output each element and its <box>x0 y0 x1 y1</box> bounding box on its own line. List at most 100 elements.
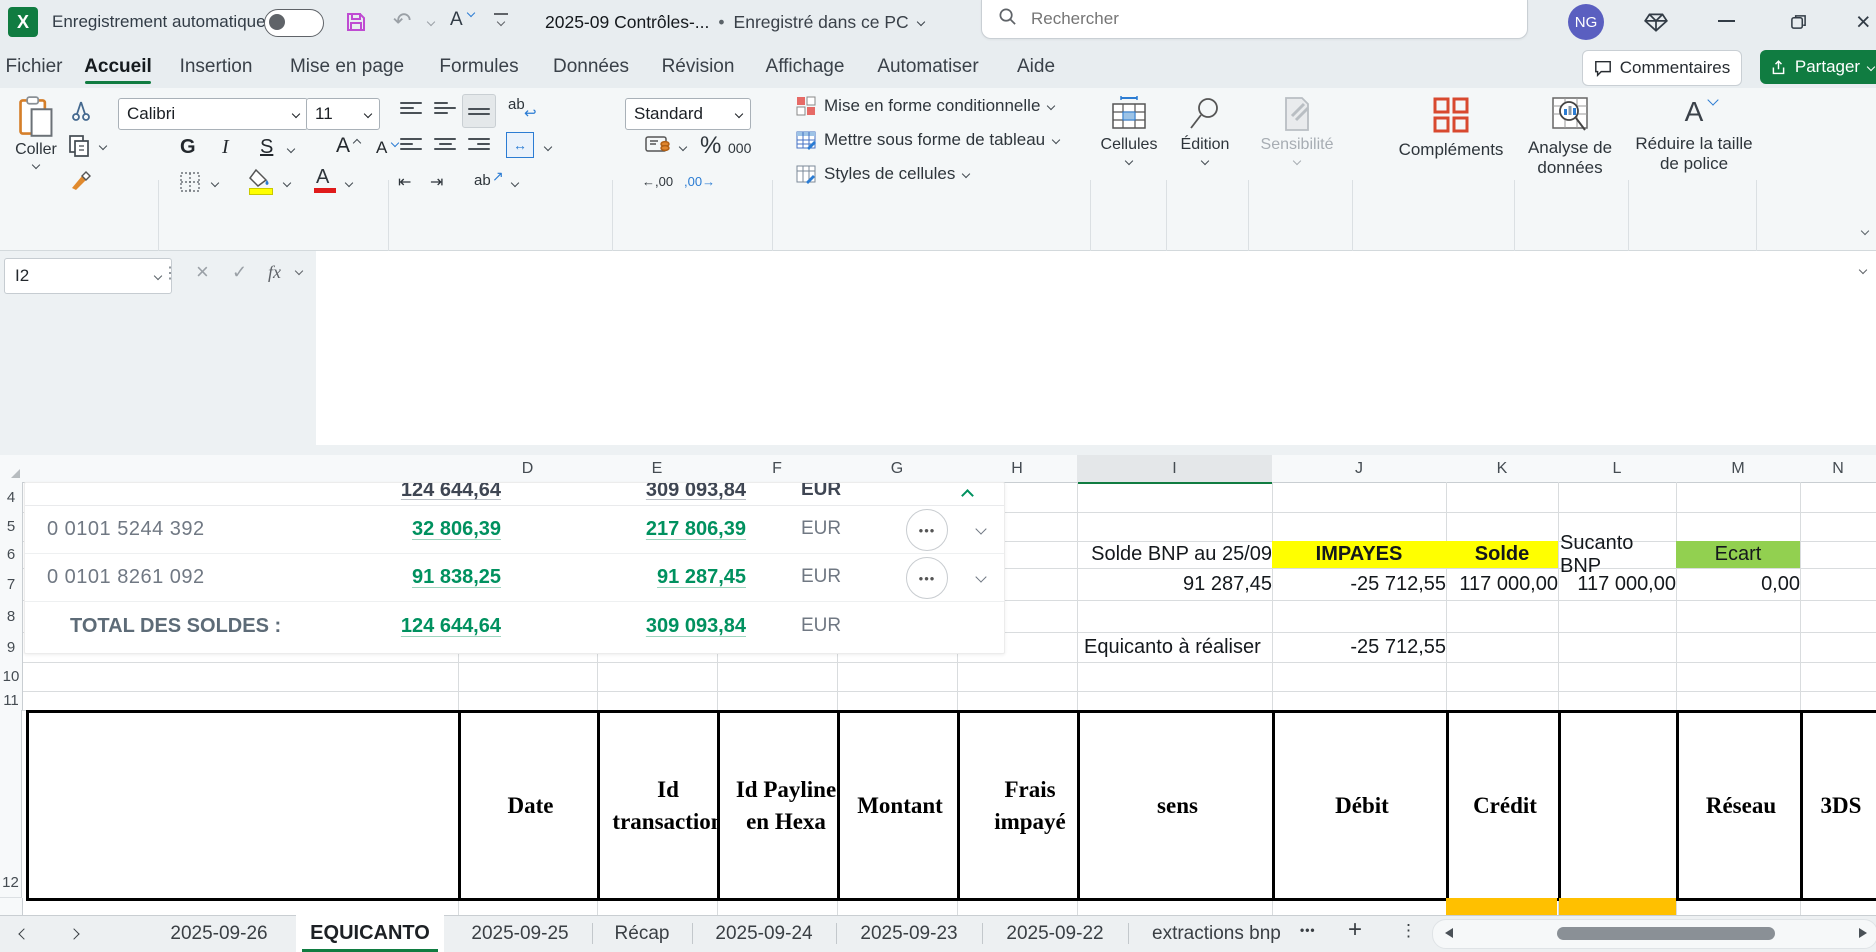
fill-color-button[interactable] <box>248 168 272 193</box>
bank-summary-value-1[interactable]: 124 644,64 <box>401 483 501 502</box>
scroll-right-icon[interactable] <box>1859 928 1867 938</box>
tab-accueil[interactable]: Accueil <box>83 48 153 86</box>
row-header-11[interactable]: 11 <box>0 691 23 711</box>
shrink-font-size-button[interactable]: A Réduire la taille de police <box>1634 96 1754 175</box>
account-expand-icon[interactable] <box>975 523 986 534</box>
account-expand-icon[interactable] <box>975 571 986 582</box>
table-header-credit[interactable]: Crédit <box>1446 710 1561 901</box>
table-header-blank-2[interactable] <box>1558 710 1679 901</box>
table-header-reseau[interactable]: Réseau <box>1676 710 1803 901</box>
tab-aide[interactable]: Aide <box>1010 48 1062 86</box>
copy-icon[interactable] <box>68 134 90 163</box>
comma-style-button[interactable]: 000 <box>728 140 751 156</box>
account-value-2[interactable]: 217 806,39 <box>646 518 746 541</box>
sheet-tab-2025-09-25[interactable]: 2025-09-25 <box>452 915 588 952</box>
column-header-d[interactable]: D <box>458 455 598 483</box>
sheet-tab-2025-09-26[interactable]: 2025-09-26 <box>150 915 288 952</box>
row-header-7[interactable]: 7 <box>0 568 23 601</box>
sheet-menu-icon[interactable]: ⋮ <box>1400 921 1417 941</box>
addins-button[interactable]: Compléments <box>1396 96 1506 160</box>
column-header-j[interactable]: J <box>1272 455 1447 483</box>
edit-button[interactable]: Édition <box>1174 96 1236 164</box>
row-header-5[interactable]: 5 <box>0 512 23 542</box>
collapse-accounts-icon[interactable] <box>961 489 974 502</box>
namebox-splitter-icon[interactable]: ⋮ <box>162 263 178 283</box>
next-sheet-icon[interactable] <box>68 928 79 939</box>
orientation-button[interactable]: ab <box>474 172 491 189</box>
select-all-corner[interactable] <box>0 455 23 483</box>
cell-solde-bnp-label[interactable]: Solde BNP au 25/09 <box>1077 541 1279 568</box>
search-input[interactable] <box>1029 8 1453 30</box>
qat-overflow-icon[interactable] <box>494 13 508 15</box>
cell-sucanto-label[interactable]: Sucanto BNP <box>1558 541 1678 568</box>
sheet-tab-2025-09-22[interactable]: 2025-09-22 <box>986 915 1124 952</box>
horizontal-scrollbar[interactable] <box>1432 919 1876 949</box>
merge-dropdown-icon[interactable] <box>544 143 552 151</box>
autosave-toggle[interactable] <box>264 9 324 37</box>
column-header-i-selected[interactable]: I <box>1077 455 1273 484</box>
comments-button[interactable]: Commentaires <box>1582 50 1742 86</box>
tab-automatiser[interactable]: Automatiser <box>872 48 984 86</box>
cell-solde-label[interactable]: Solde <box>1446 541 1558 568</box>
prev-sheet-icon[interactable] <box>18 928 29 939</box>
worksheet[interactable]: D E F G H I J K L M N Solde BNP au 25/09… <box>0 455 1876 915</box>
cell-ecart-label[interactable]: Ecart <box>1676 541 1800 568</box>
cell-equicanto-value[interactable]: -25 712,55 <box>1272 632 1453 662</box>
table-header-montant[interactable]: Montant <box>837 710 960 901</box>
tab-donnees[interactable]: Données <box>550 48 632 86</box>
row-header-10[interactable]: 10 <box>0 662 23 692</box>
fx-chevron-icon[interactable] <box>295 267 303 275</box>
collapse-ribbon-icon[interactable] <box>1861 227 1869 235</box>
minimize-button[interactable] <box>1718 20 1735 22</box>
font-color-button[interactable]: A <box>316 166 329 189</box>
column-header-m[interactable]: M <box>1676 455 1801 483</box>
column-header-n[interactable]: N <box>1800 455 1876 483</box>
search-bar[interactable] <box>981 0 1528 39</box>
fill-color-dropdown-icon[interactable] <box>283 179 291 187</box>
paste-dropdown-icon[interactable] <box>32 161 40 169</box>
scrollbar-thumb[interactable] <box>1557 927 1775 940</box>
table-header-date[interactable]: Date <box>458 710 600 901</box>
cell-styles-button[interactable]: Styles de cellules <box>796 164 969 184</box>
borders-button[interactable] <box>178 170 202 199</box>
percent-style-button[interactable]: % <box>700 132 721 160</box>
cell-ecart-value[interactable]: 0,00 <box>1676 568 1807 600</box>
bold-button[interactable]: G <box>180 136 196 159</box>
align-right-button[interactable] <box>468 138 490 150</box>
formula-enter-icon[interactable]: ✓ <box>232 262 247 283</box>
shrink-font-button[interactable]: A <box>376 138 387 158</box>
formula-cancel-icon[interactable]: × <box>196 259 209 285</box>
cell-l13-orange[interactable] <box>1559 898 1676 915</box>
account-more-button[interactable]: ••• <box>906 557 948 599</box>
share-button[interactable]: Partager <box>1760 50 1876 84</box>
bank-account-row[interactable]: 0 0101 5244 392 32 806,39 217 806,39 EUR… <box>25 505 1004 554</box>
table-header-3ds[interactable]: 3DS <box>1800 710 1876 901</box>
sheet-tab-2025-09-23[interactable]: 2025-09-23 <box>840 915 978 952</box>
cell-impayes-label[interactable]: IMPAYES <box>1272 541 1446 568</box>
name-box[interactable]: I2 <box>4 258 172 294</box>
font-name-select[interactable]: Calibri <box>118 98 308 130</box>
align-left-button[interactable] <box>400 138 422 150</box>
cut-icon[interactable] <box>70 100 92 127</box>
table-header-debit[interactable]: Débit <box>1272 710 1449 901</box>
row-header-4[interactable]: 4 <box>0 482 23 513</box>
cell-sucanto-value[interactable]: 117 000,00 <box>1558 568 1683 600</box>
excel-logo-icon[interactable]: X <box>8 7 38 37</box>
tab-formules[interactable]: Formules <box>436 48 522 86</box>
cells-button[interactable]: Cellules <box>1098 96 1160 164</box>
tab-mise-en-page[interactable]: Mise en page <box>286 48 408 86</box>
table-header-blank[interactable] <box>26 710 461 901</box>
align-top-button[interactable] <box>400 102 422 114</box>
cell-impayes-value[interactable]: -25 712,55 <box>1272 568 1453 600</box>
bank-account-row[interactable]: 0 0101 8261 092 91 838,25 91 287,45 EUR … <box>25 553 1004 602</box>
accounting-dropdown-icon[interactable] <box>679 143 687 151</box>
add-sheet-button[interactable]: + <box>1348 916 1362 944</box>
document-title[interactable]: 2025-09 Contrôles-... • Enregistré dans … <box>545 0 924 44</box>
account-more-button[interactable]: ••• <box>906 509 948 551</box>
accounting-format-icon[interactable] <box>645 134 671 161</box>
cell-solde-bnp-value[interactable]: 91 287,45 <box>1077 568 1279 600</box>
align-middle-button[interactable] <box>434 102 456 114</box>
font-size-qat-icon[interactable]: A <box>450 9 463 31</box>
rewards-diamond-icon[interactable] <box>1643 9 1669 40</box>
underline-button[interactable]: S <box>260 136 273 159</box>
